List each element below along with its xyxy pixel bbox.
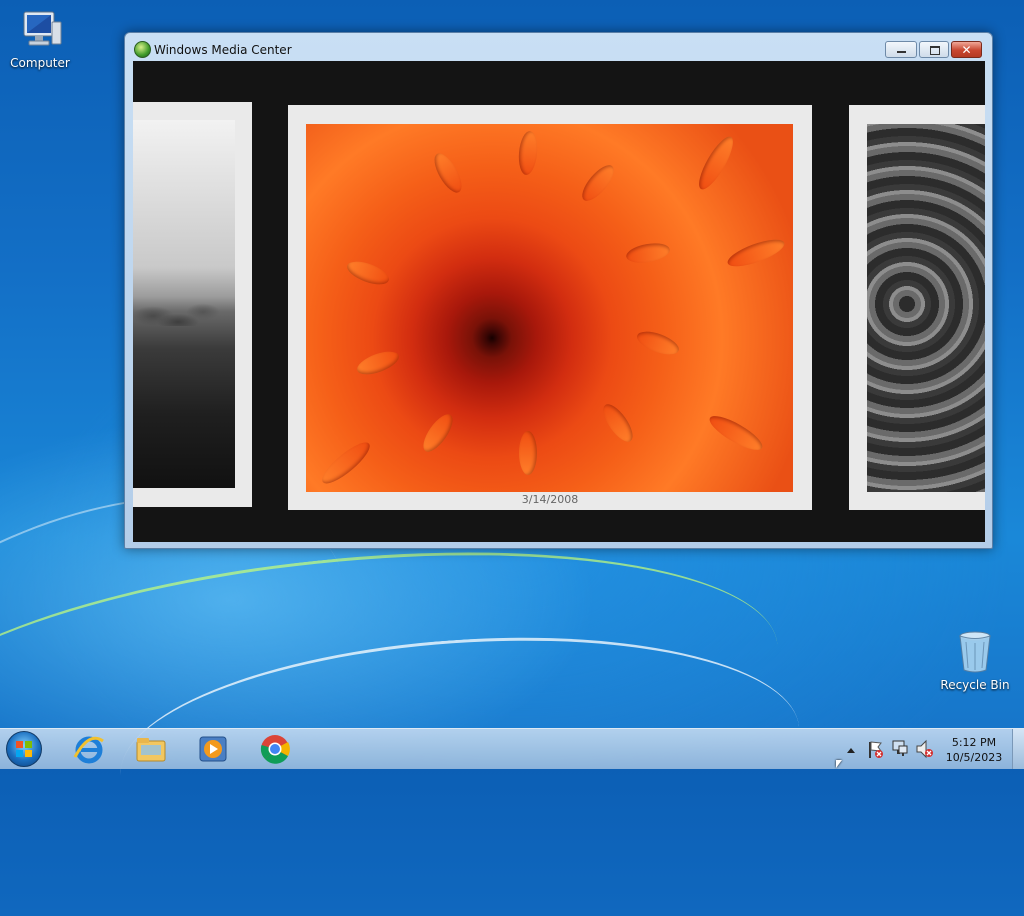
action-center-icon[interactable]: [866, 729, 884, 769]
desktop-icon-label: Computer: [10, 56, 70, 70]
network-icon[interactable]: [890, 729, 910, 769]
petal: [634, 327, 682, 359]
petal: [576, 160, 620, 206]
show-desktop-button[interactable]: [1012, 729, 1024, 769]
start-button[interactable]: [6, 731, 42, 767]
mouse-cursor-icon: [836, 760, 842, 768]
petal: [693, 132, 739, 194]
petal: [418, 409, 458, 457]
photo-previous: [133, 120, 235, 488]
petal: [705, 410, 767, 456]
show-hidden-icons-icon[interactable]: [844, 729, 858, 769]
petal: [517, 130, 539, 176]
photo-date: 3/14/2008: [521, 493, 579, 506]
photo-frame-next[interactable]: [849, 105, 985, 510]
petal: [624, 240, 672, 266]
photo-frame-previous[interactable]: [133, 102, 252, 507]
petal: [519, 431, 537, 475]
photo-next: [867, 124, 985, 492]
desktop-icon-computer[interactable]: Computer: [2, 8, 78, 70]
chrome-icon[interactable]: [258, 733, 292, 765]
windows-explorer-icon[interactable]: [134, 733, 168, 765]
maximize-button[interactable]: [919, 41, 949, 58]
windows-media-center-icon: [134, 41, 151, 58]
internet-explorer-icon[interactable]: [72, 733, 106, 765]
window-titlebar[interactable]: Windows Media Center ✕: [125, 33, 992, 61]
petal: [598, 399, 638, 447]
petal: [724, 234, 788, 272]
taskbar: 5:12 PM 10/5/2023: [0, 728, 1024, 769]
petal: [354, 347, 402, 379]
petal: [317, 436, 375, 490]
windows-media-player-icon[interactable]: [196, 733, 230, 765]
petal: [429, 149, 467, 197]
desktop-icon-label: Recycle Bin: [940, 678, 1010, 692]
petal: [344, 257, 392, 289]
media-center-window[interactable]: Windows Media Center ✕ 3/14/2008: [124, 32, 993, 549]
window-title: Windows Media Center: [154, 43, 292, 57]
close-button[interactable]: ✕: [951, 41, 982, 58]
volume-muted-icon[interactable]: [914, 729, 934, 769]
photo-current: [306, 124, 793, 492]
clock-time: 5:12 PM: [951, 736, 997, 749]
photo-frame-current[interactable]: 3/14/2008: [288, 105, 812, 510]
minimize-button[interactable]: [885, 41, 917, 58]
clock-date: 10/5/2023: [945, 751, 1003, 764]
system-clock[interactable]: 5:12 PM 10/5/2023: [940, 735, 1008, 765]
close-icon: ✕: [961, 43, 972, 57]
computer-icon: [16, 8, 64, 52]
slideshow-viewport[interactable]: 3/14/2008: [133, 61, 985, 542]
recycle-bin-icon: [951, 630, 999, 674]
desktop-icon-recycle-bin[interactable]: Recycle Bin: [937, 630, 1013, 692]
